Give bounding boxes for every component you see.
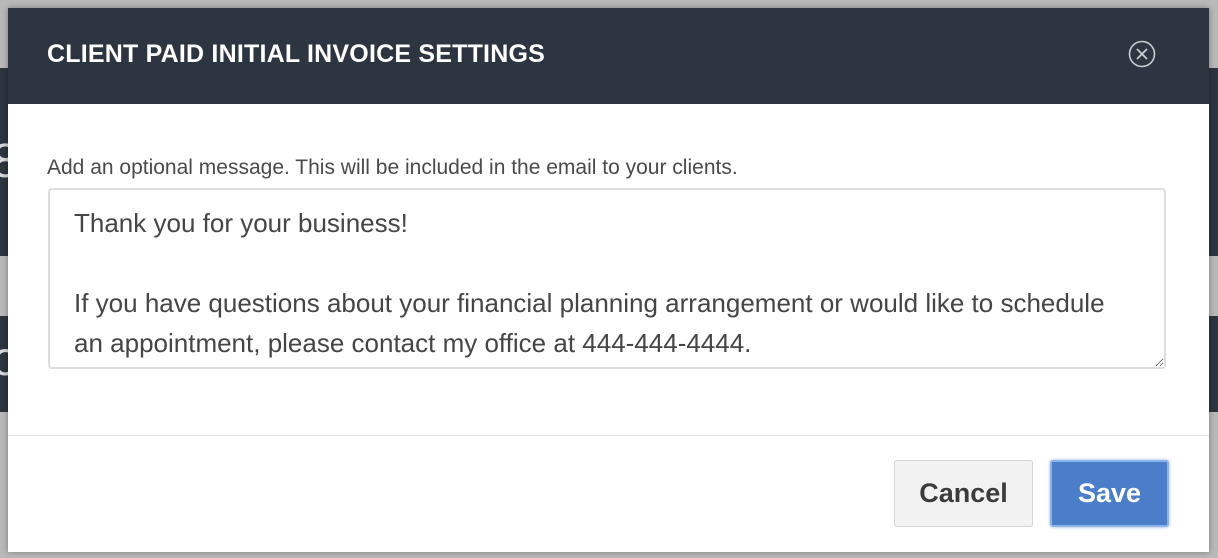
- cancel-button[interactable]: Cancel: [894, 460, 1033, 527]
- message-label: Add an optional message. This will be in…: [47, 156, 738, 179]
- message-textarea[interactable]: Thank you for your business! If you have…: [48, 188, 1166, 369]
- save-button[interactable]: Save: [1050, 460, 1169, 527]
- dialog-title: CLIENT PAID INITIAL INVOICE SETTINGS: [47, 40, 545, 68]
- close-button[interactable]: [1128, 40, 1156, 68]
- dialog-body: Add an optional message. This will be in…: [8, 104, 1209, 435]
- dialog-footer: Cancel Save: [8, 436, 1209, 552]
- invoice-settings-dialog: CLIENT PAID INITIAL INVOICE SETTINGS Add…: [8, 8, 1209, 552]
- dialog-header: CLIENT PAID INITIAL INVOICE SETTINGS: [8, 8, 1209, 104]
- circle-x-icon: [1128, 40, 1156, 68]
